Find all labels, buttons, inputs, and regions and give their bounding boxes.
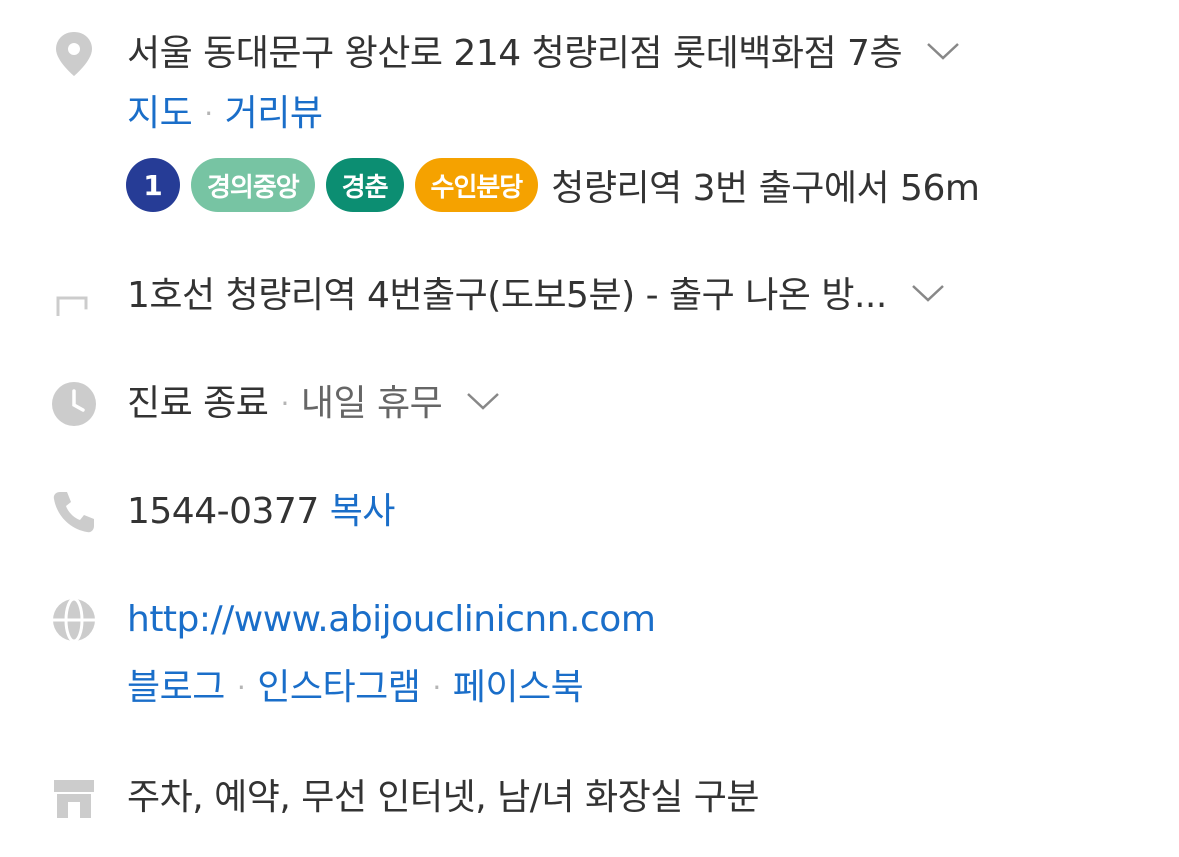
clock-icon <box>50 380 98 428</box>
chevron-down-icon[interactable] <box>924 39 962 63</box>
phone-icon <box>50 488 98 536</box>
hours-next: 내일 휴무 <box>300 383 443 424</box>
instagram-link[interactable]: 인스타그램 <box>257 667 421 708</box>
separator-dot: · <box>236 671 246 704</box>
directions-text: 1호선 청량리역 4번출구(도보5분) - 출구 나온 방... <box>127 275 887 316</box>
address-text: 서울 동대문구 왕산로 214 청량리점 롯데백화점 7층 <box>127 33 903 74</box>
separator-dot: · <box>432 671 441 704</box>
separator-dot: · <box>280 387 289 420</box>
map-link[interactable]: 지도 <box>127 93 193 134</box>
blog-link[interactable]: 블로그 <box>127 667 225 708</box>
line-gyeongui-badge: 경의중앙 <box>191 158 315 212</box>
amenities-text: 주차, 예약, 무선 인터넷, 남/녀 화장실 구분 <box>127 777 760 818</box>
hours-status: 진료 종료 <box>127 383 269 424</box>
street-view-link[interactable]: 거리뷰 <box>225 93 323 134</box>
line-suinbundang-badge: 수인분당 <box>414 158 539 212</box>
location-pin-icon <box>50 30 98 78</box>
chevron-down-icon[interactable] <box>464 389 502 413</box>
address-line[interactable]: 서울 동대문구 왕산로 214 청량리점 롯데백화점 7층 <box>127 30 962 78</box>
nearest-exit-text: 청량리역 3번 출구에서 56m <box>551 168 980 209</box>
copy-button[interactable]: 복사 <box>330 491 396 532</box>
chevron-down-icon[interactable] <box>909 281 947 305</box>
separator-dot: · <box>204 97 213 130</box>
subway-line-1-badge: 1 <box>126 158 180 212</box>
phone-number[interactable]: 1544-0377 <box>127 491 319 532</box>
facebook-link[interactable]: 페이스북 <box>453 667 584 708</box>
line-gyeongchun-badge: 경춘 <box>325 158 404 212</box>
transit-badges: 1 경의중앙 경춘 수인분당 청량리역 3번 출구에서 56m <box>126 158 980 212</box>
store-icon <box>50 774 98 822</box>
directions-arrow-icon <box>50 272 98 320</box>
globe-icon <box>50 596 98 644</box>
website-link[interactable]: http://www.abijouclinicnn.com <box>127 599 656 640</box>
